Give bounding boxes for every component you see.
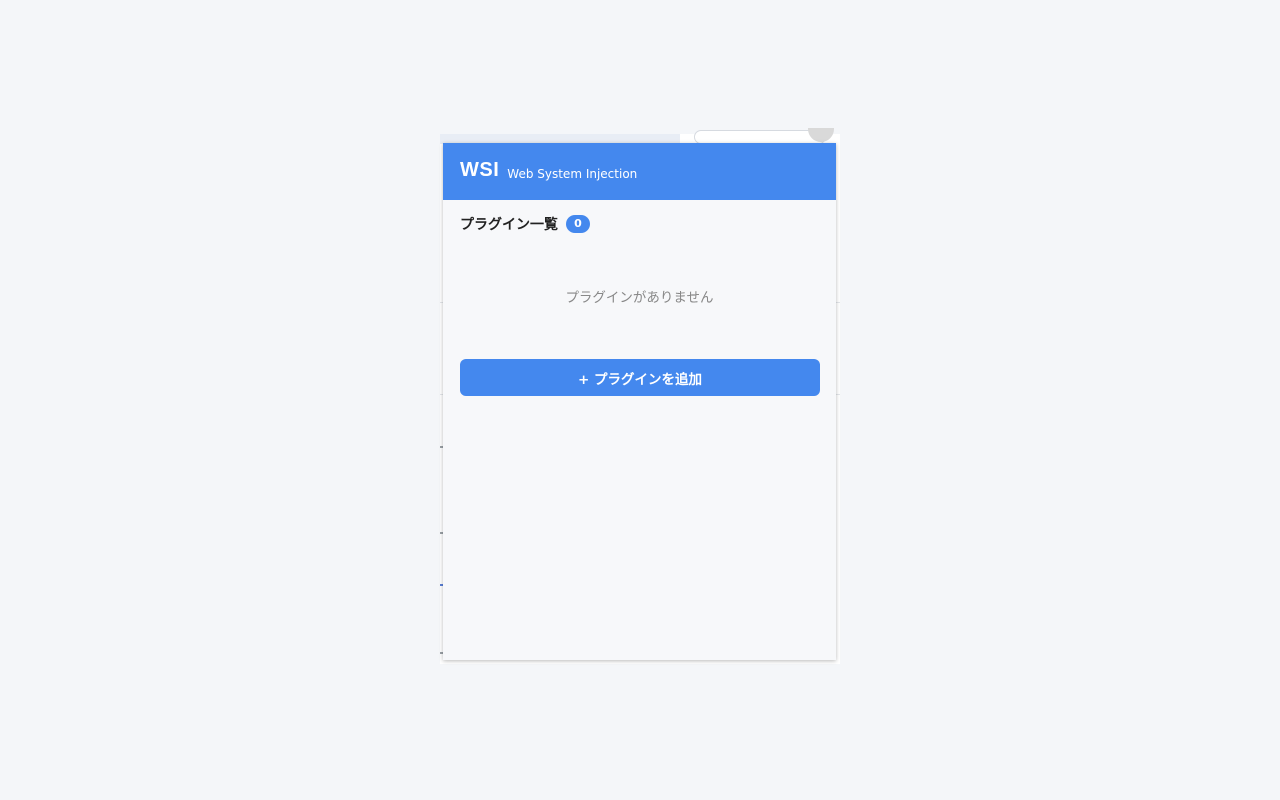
empty-plugin-message: プラグインがありません	[565, 290, 714, 306]
plugin-list-header: プラグイン一覧 0	[443, 200, 836, 234]
app-subtitle: Web System Injection	[507, 166, 638, 181]
plugin-list-title: プラグイン一覧	[460, 217, 558, 233]
wsi-logo: WSI	[460, 159, 500, 181]
popup-header: WSI Web System Injection	[443, 143, 836, 200]
background-address-bar	[694, 130, 826, 144]
plugin-count-badge: 0	[566, 215, 590, 233]
add-plugin-button[interactable]: + プラグインを追加	[460, 359, 820, 396]
extension-popup: WSI Web System Injection プラグイン一覧 0 プラグイン…	[443, 143, 836, 660]
